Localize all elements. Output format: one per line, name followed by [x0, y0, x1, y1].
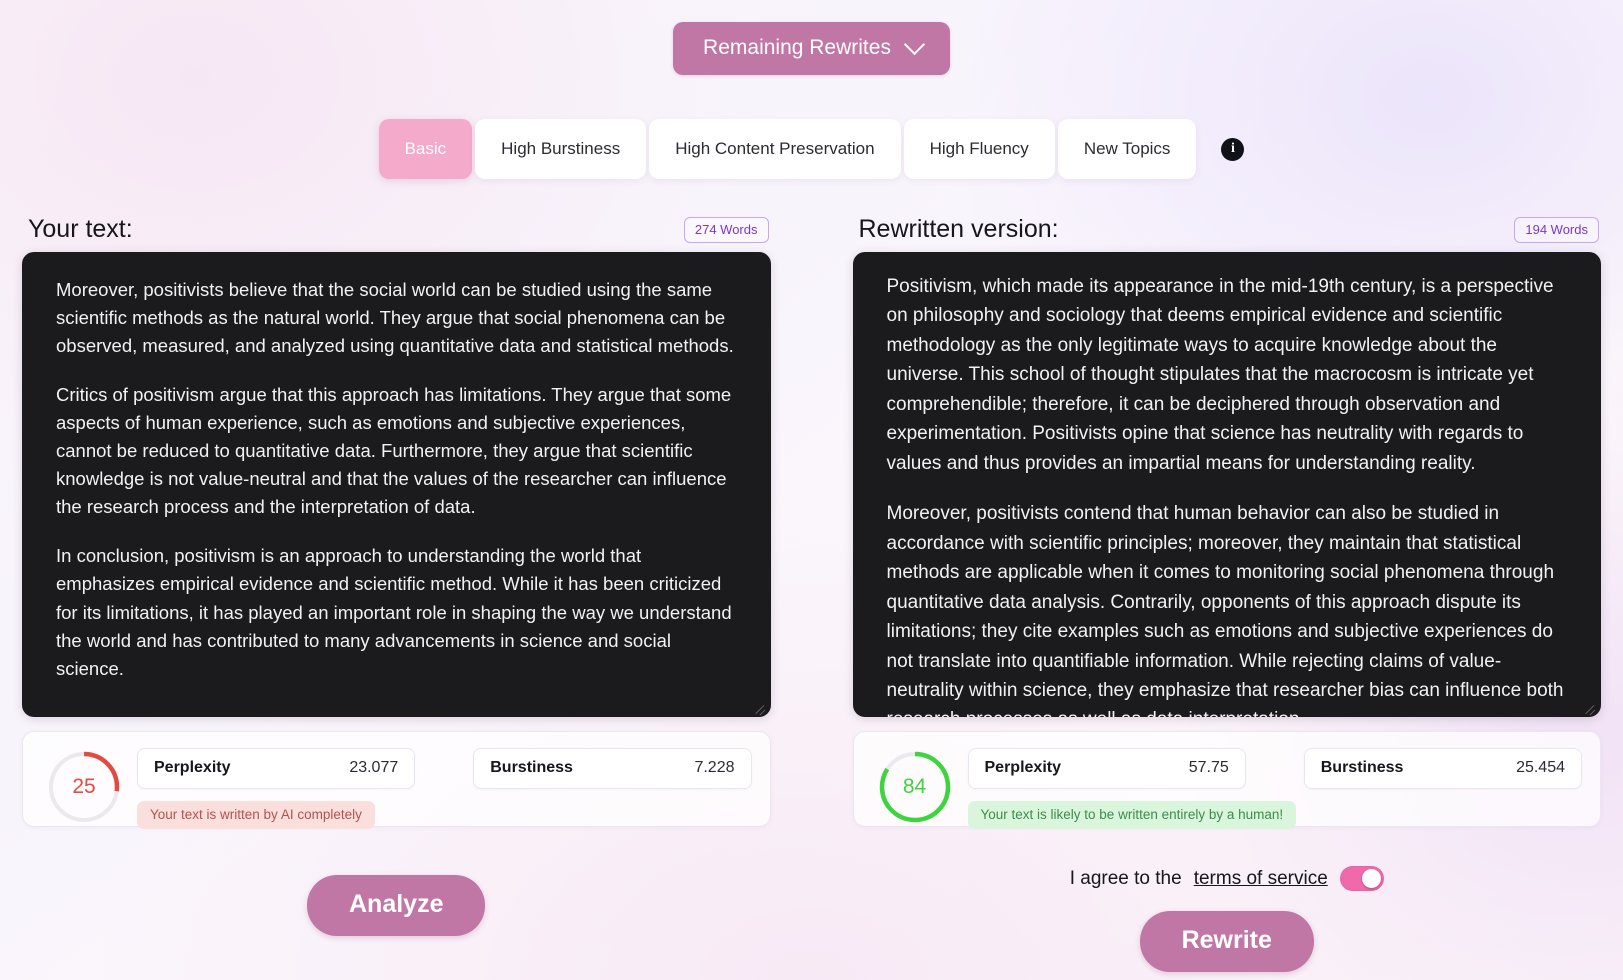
left-perplexity-card: Perplexity 23.077 — [137, 748, 416, 789]
left-metric-cards: Perplexity 23.077 Burstiness 7.228 — [137, 748, 752, 789]
tab-new-topics[interactable]: New Topics — [1057, 119, 1197, 179]
left-perplexity-label: Perplexity — [154, 759, 231, 776]
terms-of-service-link[interactable]: terms of service — [1194, 868, 1328, 890]
left-burstiness-card: Burstiness 7.228 — [473, 748, 752, 789]
tab-high-fluency[interactable]: High Fluency — [903, 119, 1055, 179]
right-perplexity-value: 57.75 — [1188, 759, 1229, 776]
left-perplexity-value: 23.077 — [349, 759, 399, 776]
right-burstiness-card: Burstiness 25.454 — [1303, 748, 1582, 789]
left-verdict-badge: Your text is written by AI completely — [137, 801, 375, 829]
right-panel: Rewritten version: 194 Words Positivism,… — [852, 215, 1602, 829]
right-panel-header: Rewritten version: 194 Words — [853, 215, 1602, 252]
resize-handle-icon[interactable] — [1584, 701, 1596, 713]
left-metrics-content: Perplexity 23.077 Burstiness 7.228 Your … — [137, 748, 752, 829]
right-perplexity-label: Perplexity — [984, 759, 1061, 776]
left-score-value: 25 — [72, 775, 96, 798]
rewrite-button-wrap: Rewrite — [1139, 911, 1314, 972]
tab-high-content-preservation[interactable]: High Content Preservation — [649, 119, 901, 179]
rewrite-button[interactable]: Rewrite — [1139, 911, 1314, 972]
rewritten-paragraph: Positivism, which made its appearance in… — [886, 276, 1554, 474]
right-metrics-panel: 84 Perplexity 57.75 Burstiness 25.454 Yo… — [852, 731, 1601, 829]
remaining-rewrites-label: Remaining Rewrites — [703, 36, 891, 59]
right-burstiness-value: 25.454 — [1516, 759, 1565, 776]
rewritten-paragraph: Moreover, positivists contend that human… — [886, 503, 1564, 717]
left-burstiness-label: Burstiness — [490, 759, 573, 776]
footer-left: Analyze — [22, 841, 771, 972]
toggle-knob — [1361, 869, 1381, 888]
right-score-value: 84 — [902, 775, 927, 798]
top-bar: Remaining Rewrites — [0, 0, 1623, 75]
your-text-title: Your text: — [28, 215, 133, 243]
left-score-gauge: 25 — [47, 750, 121, 824]
footer-right: I agree to the terms of service Rewrite — [853, 841, 1602, 972]
rewritten-version-title: Rewritten version: — [858, 215, 1059, 243]
mode-tabs: Basic High Burstiness High Content Prese… — [0, 119, 1623, 179]
right-word-count-badge: 194 Words — [1514, 216, 1599, 243]
panels-container: Your text: 274 Words Moreover, positivis… — [0, 215, 1623, 829]
remaining-rewrites-dropdown[interactable]: Remaining Rewrites — [673, 22, 950, 75]
right-verdict-badge: Your text is likely to be written entire… — [967, 801, 1297, 829]
source-paragraph: Moreover, positivists believe that the s… — [56, 279, 734, 357]
source-paragraph: In conclusion, positivism is an approach… — [56, 545, 732, 679]
left-metrics-panel: 25 Perplexity 23.077 Burstiness 7.228 Yo… — [22, 731, 771, 829]
source-paragraph: Critics of positivism argue that this ap… — [56, 384, 732, 518]
left-burstiness-value: 7.228 — [694, 759, 735, 776]
terms-of-service-toggle[interactable] — [1339, 866, 1384, 891]
right-burstiness-label: Burstiness — [1320, 759, 1404, 776]
info-icon[interactable]: i — [1221, 137, 1245, 161]
right-perplexity-card: Perplexity 57.75 — [967, 748, 1246, 789]
terms-of-service-row: I agree to the terms of service — [1070, 866, 1384, 891]
tab-high-burstiness[interactable]: High Burstiness — [475, 119, 647, 179]
analyze-button[interactable]: Analyze — [307, 875, 486, 936]
tos-prefix-label: I agree to the — [1069, 867, 1182, 889]
left-panel: Your text: 274 Words Moreover, positivis… — [22, 215, 771, 829]
tab-basic[interactable]: Basic — [378, 119, 473, 179]
resize-handle-icon[interactable] — [754, 701, 766, 713]
rewritten-text-editor[interactable]: Positivism, which made its appearance in… — [852, 252, 1601, 717]
right-metric-cards: Perplexity 57.75 Burstiness 25.454 — [967, 748, 1582, 789]
right-metrics-content: Perplexity 57.75 Burstiness 25.454 Your … — [967, 748, 1582, 829]
right-score-gauge: 84 — [878, 750, 952, 824]
footer: Analyze I agree to the terms of service … — [0, 841, 1623, 972]
left-panel-header: Your text: 274 Words — [22, 215, 771, 252]
chevron-down-icon — [903, 33, 926, 55]
source-text-editor[interactable]: Moreover, positivists believe that the s… — [22, 252, 771, 717]
left-word-count-badge: 274 Words — [683, 216, 769, 243]
